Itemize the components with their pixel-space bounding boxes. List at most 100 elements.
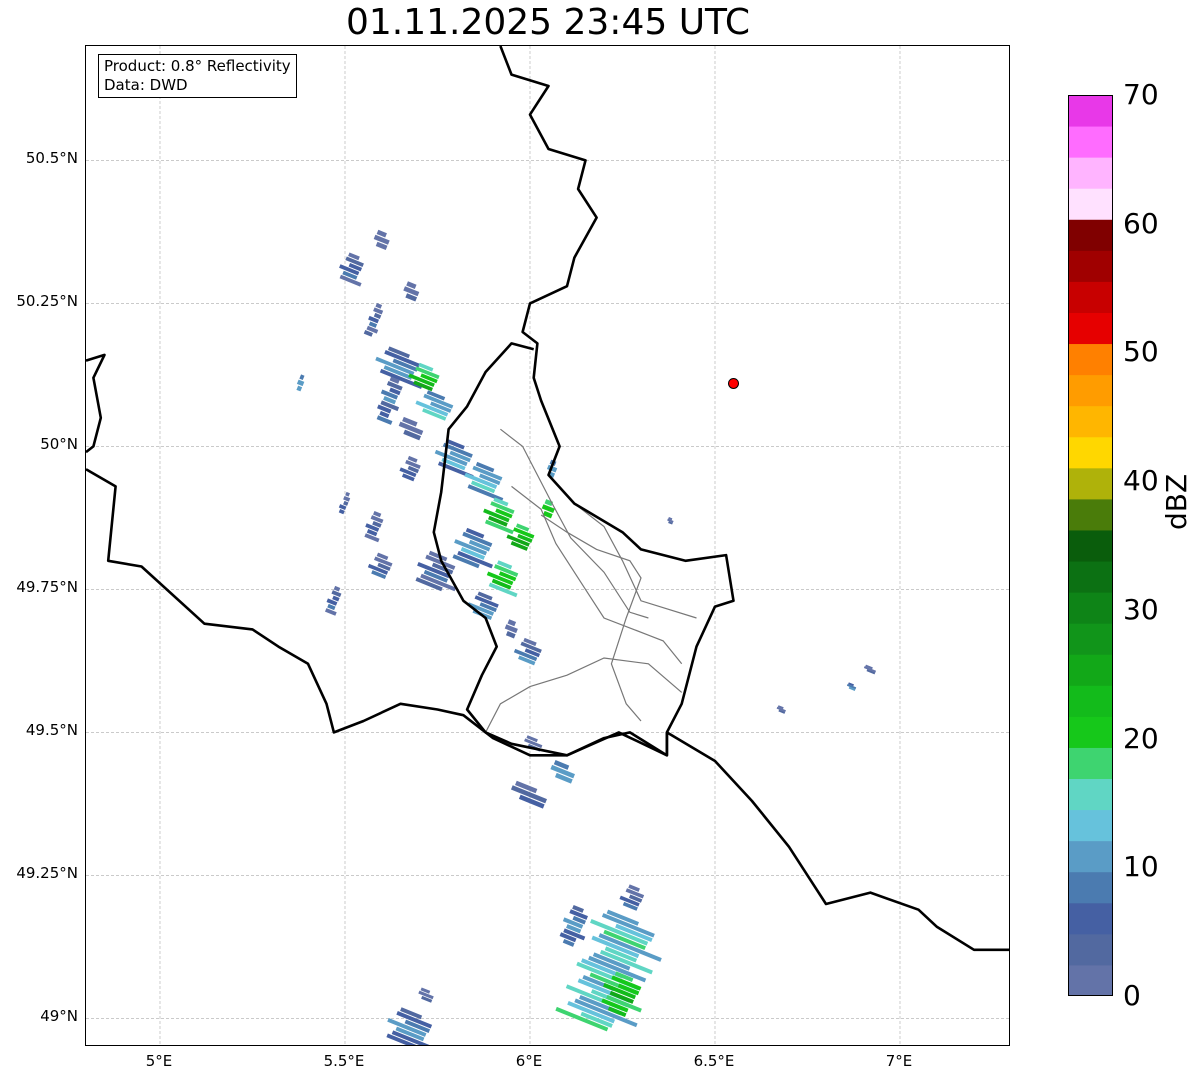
radar-echo [464,461,504,502]
radar-echo [667,516,674,525]
radar-echo [434,439,474,479]
colorbar-segment [1068,623,1113,655]
lon-tick-label: 5.5°E [323,1052,365,1070]
colorbar-segment [1068,374,1113,407]
map-title: 01.11.2025 23:45 UTC [345,2,751,43]
colorbar-segment [1068,561,1113,593]
colorbar-segment [1068,716,1113,748]
colorbar-segment [1068,281,1113,313]
radar-echo [510,780,547,809]
colorbar-segment [1068,871,1113,904]
colorbar-segment [1068,436,1113,469]
radar-echo-strip [331,590,342,598]
radar-echo [339,252,364,287]
colorbar-segment [1068,467,1113,500]
map-canvas [86,46,1009,1045]
radar-echo [296,374,305,392]
data-source-label: Data: DWD [104,76,188,94]
lon-tick-label: 6.5°E [693,1052,735,1070]
radar-echo-strip [507,619,517,627]
colorbar-tick-label: 10 [1123,850,1159,884]
product-label: Product: 0.8° Reflectivity [104,57,291,75]
radar-echo-strip [403,286,420,297]
radar-echo [399,455,421,482]
radar-echo [386,1007,435,1045]
radar-echo [418,987,434,1003]
colorbar [1068,95,1113,996]
lon-tick-label: 6°E [515,1052,543,1070]
lat-tick-label: 50.25°N [16,292,78,311]
radar-echo [846,682,857,691]
colorbar-segment [1068,747,1113,780]
colorbar-segment [1068,933,1113,966]
country-border [86,353,106,454]
radar-echo-strip [373,234,390,245]
radar-map[interactable] [85,45,1010,1046]
colorbar-segment [1068,219,1113,251]
colorbar-segment [1068,809,1113,842]
radar-echo-strip [370,515,384,524]
radar-echo [364,511,384,543]
radar-echo [324,585,342,616]
colorbar-tick-label: 60 [1123,206,1159,240]
radar-echo [513,637,542,666]
radar-site-marker [728,377,739,389]
colorbar-segment [1068,529,1113,562]
lat-tick-label: 50.5°N [25,149,78,168]
colorbar-label: dBZ [1160,473,1193,530]
radar-echo-strip [324,608,337,616]
colorbar-segment [1068,188,1113,220]
admin-boundary [548,474,697,619]
colorbar-segment [1068,405,1113,438]
radar-echo [373,229,390,251]
radar-echo [619,884,645,911]
colorbar-segment [1068,654,1113,686]
lat-tick-label: 49.25°N [16,864,78,883]
radar-echo [559,904,588,947]
radar-echo-strip [504,624,518,634]
colorbar-segment [1068,157,1113,189]
radar-echo-strip [343,495,351,502]
radar-echo [403,281,420,302]
radar-echo-strip [373,307,384,315]
lat-tick-label: 49°N [40,1007,78,1026]
radar-echo [863,664,877,675]
lat-tick-label: 50°N [40,435,78,454]
radar-echo [363,302,384,337]
colorbar-segment [1068,778,1113,811]
country-border [432,342,669,757]
radar-echo-strip [375,302,383,309]
radar-echo-strip [296,385,303,392]
colorbar-tick-label: 40 [1123,464,1159,498]
radar-echo [338,491,351,515]
admin-boundary [540,514,642,722]
colorbar-segment [1068,592,1113,624]
colorbar-tick-label: 50 [1123,335,1159,369]
radar-echo [504,619,518,639]
colorbar-segment [1068,126,1113,158]
lat-tick-label: 49.5°N [25,721,78,740]
radar-echo [415,390,454,421]
colorbar-segment [1068,964,1113,996]
radar-echo [415,550,457,592]
radar-echo [376,376,403,425]
admin-boundary [485,657,683,733]
colorbar-segment [1068,312,1113,345]
colorbar-segment [1068,685,1113,717]
colorbar-tick-label: 0 [1123,979,1141,1012]
lon-tick-label: 7°E [885,1052,913,1070]
colorbar-segment [1068,902,1113,935]
colorbar-tick-label: 20 [1123,721,1159,755]
admin-boundary [511,485,683,665]
colorbar-segment [1068,343,1113,376]
colorbar-tick-label: 70 [1123,78,1159,111]
radar-echo-strip [338,509,345,515]
radar-echo-strip [333,585,341,592]
radar-echo [776,705,786,714]
lat-tick-label: 49.75°N [16,578,78,597]
colorbar-segment [1068,95,1113,127]
colorbar-segment [1068,840,1113,873]
radar-echo [367,552,393,580]
radar-echo-strip [299,374,305,381]
info-box: Product: 0.8° Reflectivity Data: DWD [98,54,297,98]
